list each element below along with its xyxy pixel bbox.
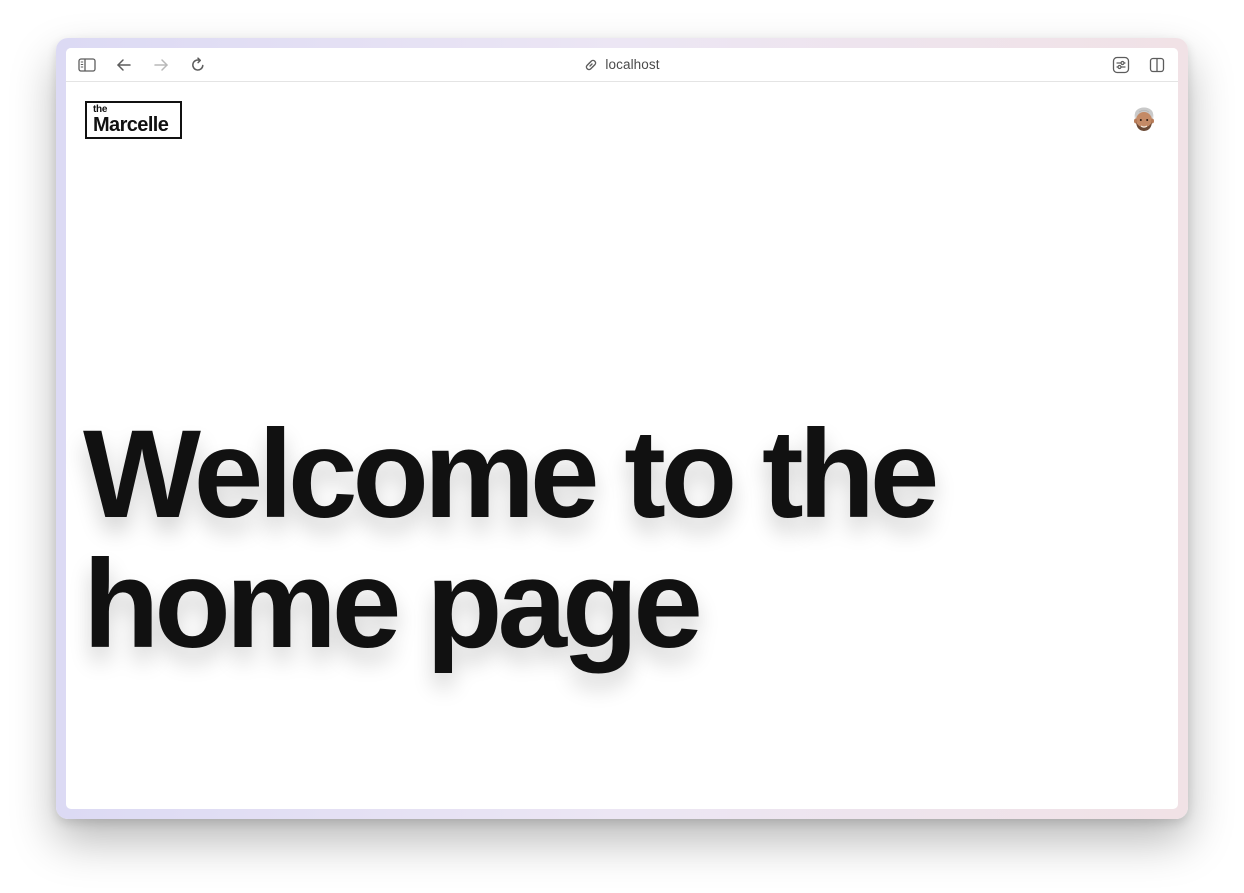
reload-icon [192, 57, 204, 71]
logo-name-text: Marcelle [93, 114, 169, 136]
memoji-avatar-icon [1134, 107, 1154, 131]
web-page: the Marcelle Welcome to the home page [66, 82, 1178, 809]
link-icon [586, 59, 597, 70]
address-bar: localhost [66, 48, 1178, 81]
forward-button[interactable] [150, 54, 172, 76]
avatar[interactable] [1130, 104, 1158, 136]
site-logo[interactable]: the Marcelle [85, 101, 182, 139]
extensions-icon [1112, 56, 1130, 74]
sidebar-icon [78, 58, 96, 72]
back-button[interactable] [113, 54, 135, 76]
url-text: localhost [605, 57, 660, 72]
split-view-icon [1149, 57, 1165, 73]
address-field[interactable]: localhost [584, 57, 659, 72]
hero-heading: Welcome to the home page [83, 405, 939, 674]
hero-line-1: Welcome to the [83, 405, 939, 544]
sidebar-toggle-button[interactable] [76, 54, 98, 76]
browser-window: localhost the Marcelle Welcome to the ho… [66, 48, 1178, 809]
split-view-button[interactable] [1146, 54, 1168, 76]
browser-frame: localhost the Marcelle Welcome to the ho… [56, 38, 1188, 819]
reload-button[interactable] [187, 54, 209, 76]
browser-toolbar: localhost [66, 48, 1178, 82]
extensions-button[interactable] [1110, 54, 1132, 76]
hero-line-2: home page [83, 535, 703, 674]
back-arrow-icon [117, 59, 131, 71]
forward-arrow-icon [154, 59, 168, 71]
